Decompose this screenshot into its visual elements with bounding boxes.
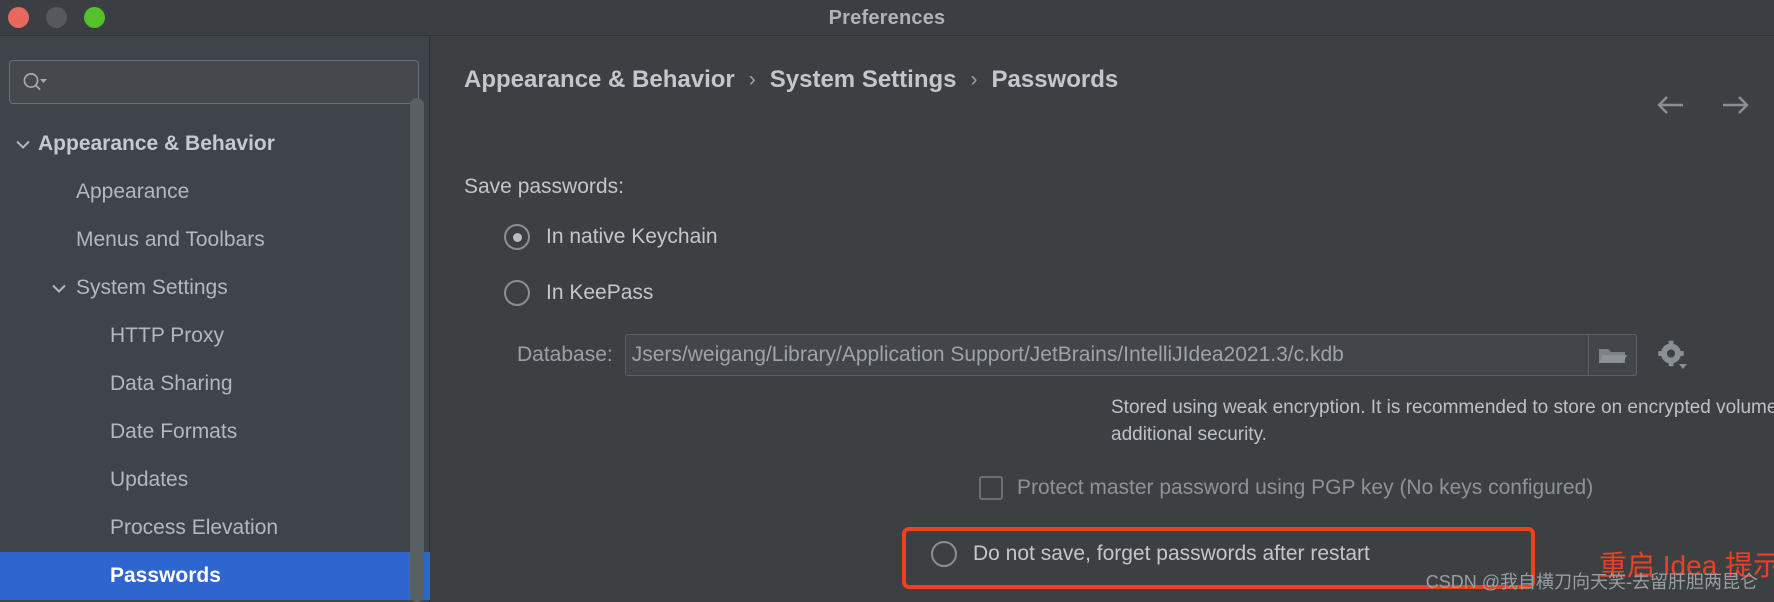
search-field-wrapper <box>9 60 419 104</box>
database-path-field[interactable]: Jsers/weigang/Library/Application Suppor… <box>624 334 1637 376</box>
chevron-down-icon[interactable] <box>12 133 34 155</box>
breadcrumb-separator: › <box>748 68 756 91</box>
sidebar-item-data-sharing[interactable]: Data Sharing <box>0 360 430 408</box>
sidebar: Appearance & Behavior Appearance Menus a… <box>0 36 430 602</box>
back-arrow-icon[interactable] <box>1656 94 1686 116</box>
sidebar-scrollbar-thumb[interactable] <box>410 98 424 602</box>
database-row: Database: Jsers/weigang/Library/Applicat… <box>517 334 1695 376</box>
window-title: Preferences <box>828 7 946 29</box>
folder-icon[interactable] <box>1587 335 1636 375</box>
navigation-arrows <box>1656 94 1750 116</box>
search-icon <box>22 71 48 93</box>
sidebar-item-appearance-and-behavior[interactable]: Appearance & Behavior <box>0 120 430 168</box>
breadcrumb: Appearance & Behavior › System Settings … <box>464 66 1118 94</box>
sidebar-item-label: Updates <box>110 468 189 491</box>
sidebar-scrollbar[interactable] <box>410 98 424 602</box>
option-in-keepass[interactable]: In KeePass <box>504 280 653 306</box>
title-bar: Preferences <box>0 0 1774 36</box>
sidebar-item-label: Passwords <box>110 564 221 587</box>
breadcrumb-item-system-settings[interactable]: System Settings <box>770 66 957 94</box>
sidebar-item-label: HTTP Proxy <box>110 324 224 347</box>
sidebar-item-label: Menus and Toolbars <box>76 228 265 251</box>
save-passwords-label: Save passwords: <box>464 175 624 198</box>
sidebar-item-label: Appearance <box>76 180 190 203</box>
encryption-warning-text: Stored using weak encryption. It is reco… <box>1111 397 1774 445</box>
database-label: Database: <box>517 343 613 366</box>
database-path-value: Jsers/weigang/Library/Application Suppor… <box>631 343 1344 366</box>
breadcrumb-item-appearance-and-behavior[interactable]: Appearance & Behavior <box>464 66 735 94</box>
sidebar-item-label: Process Elevation <box>110 516 279 539</box>
sidebar-item-label: Data Sharing <box>110 372 233 395</box>
sidebar-item-passwords[interactable]: Passwords <box>0 552 430 600</box>
sidebar-item-label: Date Formats <box>110 420 238 443</box>
breadcrumb-item-passwords[interactable]: Passwords <box>992 66 1119 94</box>
main-panel: Appearance & Behavior › System Settings … <box>431 36 1774 602</box>
watermark-text: CSDN @我自横刀向天笑-去留肝胆两昆仑 <box>1425 572 1758 592</box>
pgp-protect-row[interactable]: Protect master password using PGP key (N… <box>979 476 1593 500</box>
option-label: In KeePass <box>546 281 654 304</box>
sidebar-item-system-settings[interactable]: System Settings <box>0 264 430 312</box>
sidebar-item-menus-and-toolbars[interactable]: Menus and Toolbars <box>0 216 430 264</box>
sidebar-item-label: System Settings <box>76 276 228 299</box>
option-do-not-save[interactable]: Do not save, forget passwords after rest… <box>931 541 1370 567</box>
pgp-checkbox[interactable] <box>979 476 1003 500</box>
radio-do-not-save[interactable] <box>931 541 957 567</box>
forward-arrow-icon[interactable] <box>1720 94 1750 116</box>
radio-native-keychain[interactable] <box>504 224 530 250</box>
pgp-label: Protect master password using PGP key (N… <box>1017 476 1594 499</box>
search-box[interactable] <box>9 60 419 104</box>
chevron-down-icon[interactable] <box>48 277 70 299</box>
sidebar-item-appearance[interactable]: Appearance <box>0 168 430 216</box>
sidebar-item-http-proxy[interactable]: HTTP Proxy <box>0 312 430 360</box>
sidebar-item-date-formats[interactable]: Date Formats <box>0 408 430 456</box>
settings-tree: Appearance & Behavior Appearance Menus a… <box>0 120 430 600</box>
gear-icon[interactable] <box>1649 334 1695 376</box>
option-label: Do not save, forget passwords after rest… <box>973 542 1370 565</box>
radio-keepass[interactable] <box>504 280 530 306</box>
option-label: In native Keychain <box>546 225 718 248</box>
preferences-window: Preferences Appearance & Behavior Appear… <box>0 0 1774 602</box>
sidebar-item-updates[interactable]: Updates <box>0 456 430 504</box>
option-in-native-keychain[interactable]: In native Keychain <box>504 224 718 250</box>
search-input[interactable] <box>48 73 418 91</box>
sidebar-item-process-elevation[interactable]: Process Elevation <box>0 504 430 552</box>
sidebar-item-label: Appearance & Behavior <box>38 132 275 155</box>
breadcrumb-separator: › <box>970 68 978 91</box>
